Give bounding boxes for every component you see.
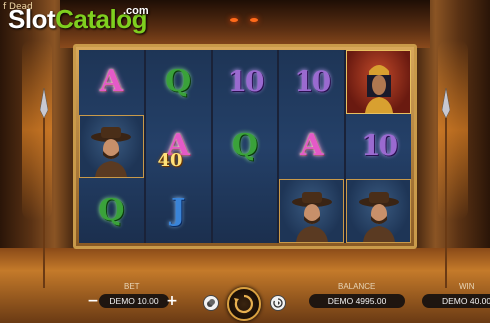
cowboy-symbol — [279, 179, 345, 243]
reel-5: 10 — [346, 50, 411, 243]
cowboy-symbol — [346, 179, 411, 243]
symbol-a: A — [300, 128, 324, 164]
glowing-eye — [250, 18, 258, 22]
spear-icon — [40, 88, 48, 288]
bet-label: BET — [124, 282, 140, 291]
reel-2: QAJ — [145, 50, 211, 243]
symbol-10: 10 — [361, 129, 398, 163]
cowboy-portrait-icon — [79, 114, 144, 179]
symbol-10: 10 — [294, 64, 331, 98]
logo-slot: Slot — [8, 4, 56, 34]
win-label: WIN — [459, 282, 475, 291]
bet-increase-button[interactable]: + — [165, 293, 179, 309]
win-value: DEMO 40.00 — [422, 294, 490, 308]
autoplay-icon[interactable] — [270, 295, 286, 311]
reel-3: 10 Q — [212, 50, 278, 243]
logo-com: .com — [123, 5, 149, 17]
glowing-eye — [230, 18, 238, 22]
spin-button[interactable] — [227, 287, 261, 321]
spin-icon — [234, 294, 253, 314]
bet-value: DEMO 10.00 — [99, 294, 169, 308]
queen-portrait-icon — [346, 50, 411, 114]
symbol-q: Q — [231, 128, 259, 164]
cowboy-symbol — [79, 114, 144, 179]
reel-1: AQ — [79, 50, 144, 243]
symbol-q: Q — [98, 193, 125, 229]
win-amount-badge: 40 — [157, 149, 183, 171]
balance-value: DEMO 4995.00 — [309, 294, 405, 308]
spear-icon — [442, 88, 450, 288]
balance-label: BALANCE — [338, 282, 376, 291]
reel-4: 10 A — [279, 50, 345, 243]
symbol-a: A — [99, 63, 124, 99]
coins-icon[interactable] — [203, 295, 219, 311]
reel-frame: A Q Q A J 10 Q 10 A 10 — [73, 44, 417, 249]
queen-symbol — [346, 50, 411, 114]
reel-grid: A Q Q A J 10 Q 10 A 10 — [79, 50, 411, 243]
cowboy-portrait-icon — [279, 179, 345, 243]
symbol-10-winning — [213, 179, 278, 243]
symbol-j: J — [171, 193, 186, 229]
game-scene: f Dead SlotCatalog .com A Q Q A J 10 Q 10 A 10 40… — [0, 0, 490, 323]
cowboy-portrait-icon — [346, 179, 411, 243]
symbol-q: Q — [165, 63, 192, 99]
bet-decrease-button[interactable]: − — [86, 293, 100, 309]
symbol-10: 10 — [227, 64, 265, 98]
